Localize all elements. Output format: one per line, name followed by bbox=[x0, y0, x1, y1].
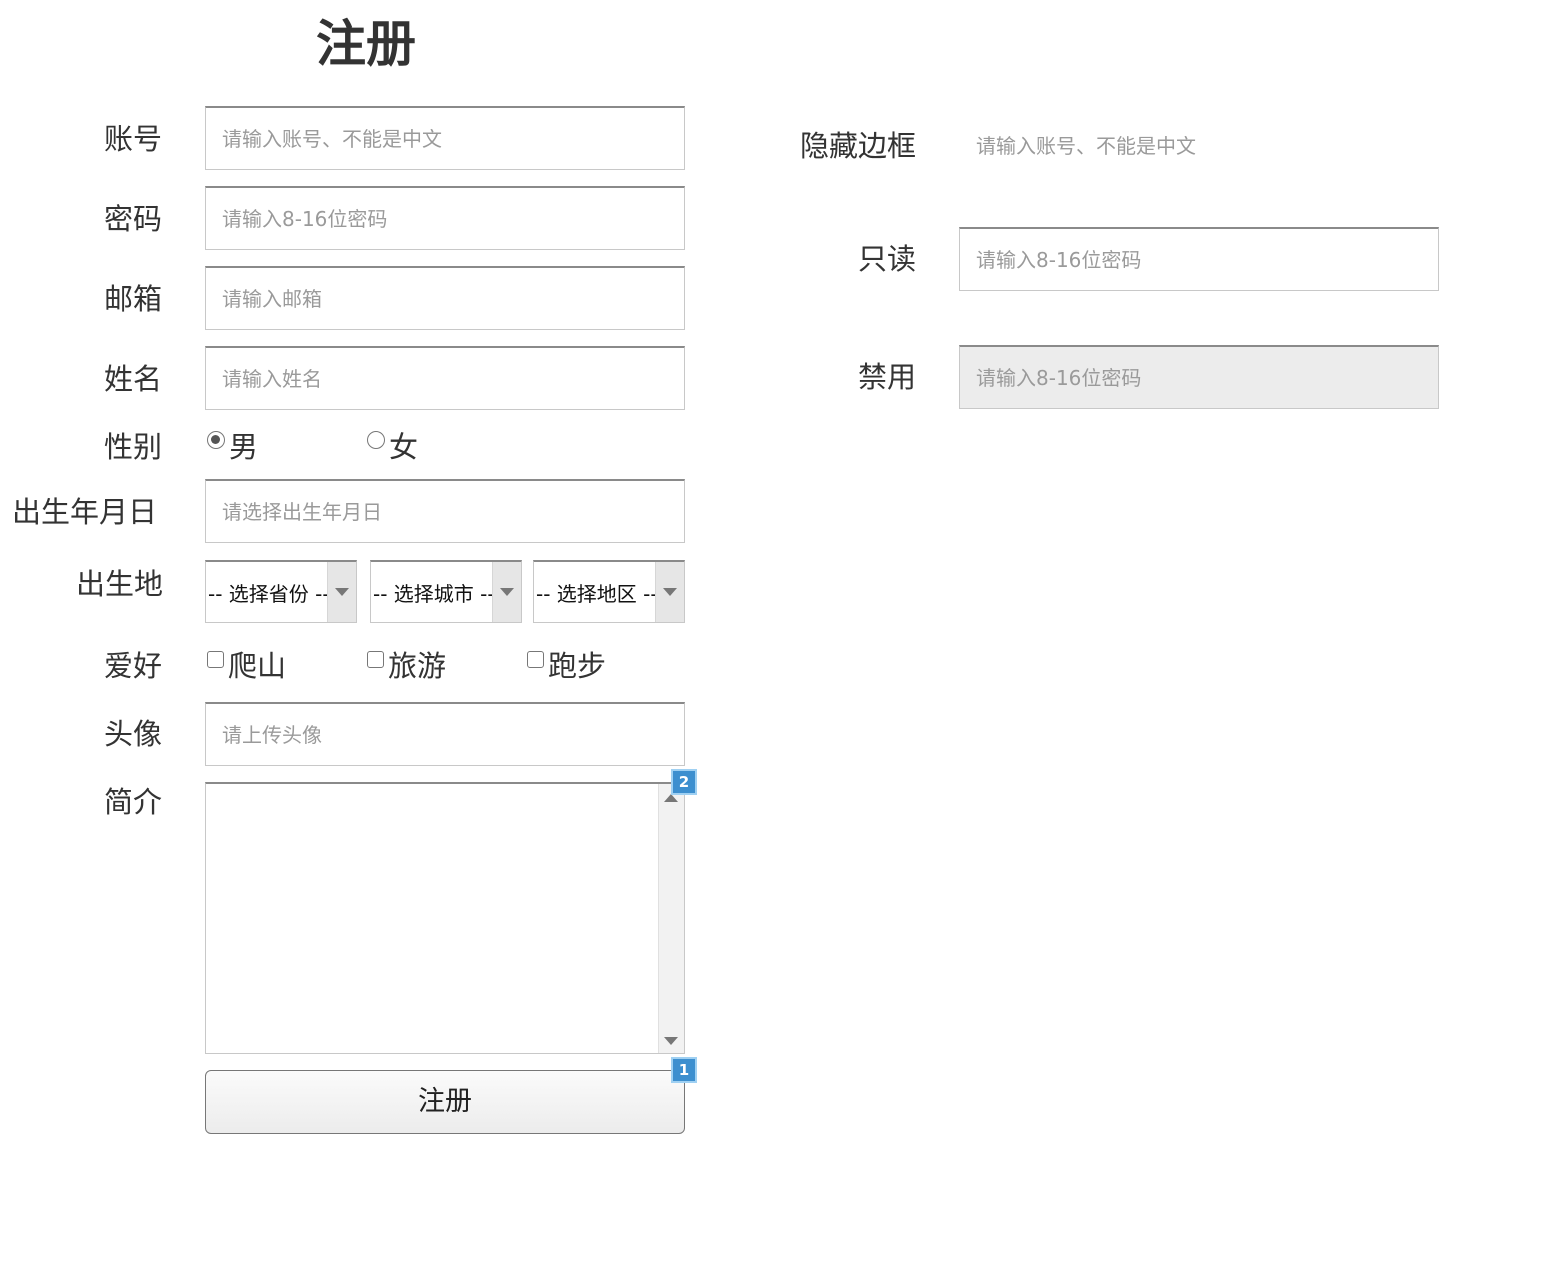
climbing-checkbox[interactable] bbox=[207, 650, 224, 668]
disabled-label: 禁用 bbox=[858, 360, 917, 394]
district-select-value: -- 选择地区 -- bbox=[536, 581, 655, 606]
email-label: 邮箱 bbox=[104, 282, 163, 316]
submit-badge: 1 bbox=[671, 1057, 697, 1083]
hidden-border-label: 隐藏边框 bbox=[800, 129, 917, 163]
avatar-input[interactable] bbox=[205, 702, 685, 766]
female-radio-label: 女 bbox=[389, 430, 419, 464]
email-input[interactable] bbox=[205, 266, 685, 330]
account-label: 账号 bbox=[104, 122, 163, 156]
name-input[interactable] bbox=[205, 346, 685, 410]
bio-label: 简介 bbox=[104, 785, 163, 819]
hobby-option-travel[interactable]: 旅游 bbox=[367, 648, 446, 684]
city-select[interactable]: -- 选择城市 -- bbox=[370, 560, 522, 623]
scroll-up-icon[interactable] bbox=[664, 794, 678, 802]
bio-scrollbar[interactable] bbox=[658, 784, 684, 1053]
city-select-value: -- 选择城市 -- bbox=[373, 581, 492, 606]
readonly-input[interactable] bbox=[959, 227, 1439, 291]
chevron-down-icon bbox=[663, 588, 677, 596]
name-label: 姓名 bbox=[104, 362, 163, 396]
scroll-down-icon[interactable] bbox=[664, 1037, 678, 1045]
climbing-checkbox-label: 爬山 bbox=[228, 649, 287, 683]
hidden-border-input[interactable] bbox=[960, 114, 1440, 178]
avatar-label: 头像 bbox=[104, 717, 163, 751]
male-radio-label: 男 bbox=[229, 430, 259, 464]
province-select-value: -- 选择省份 -- bbox=[208, 581, 327, 606]
running-checkbox[interactable] bbox=[527, 650, 544, 668]
birthday-label: 出生年月日 bbox=[12, 495, 158, 529]
hobby-option-running[interactable]: 跑步 bbox=[527, 648, 606, 684]
chevron-down-icon bbox=[335, 588, 349, 596]
chevron-down-icon bbox=[500, 588, 514, 596]
password-label: 密码 bbox=[104, 202, 163, 236]
account-input[interactable] bbox=[205, 106, 685, 170]
district-select[interactable]: -- 选择地区 -- bbox=[533, 560, 685, 623]
travel-checkbox-label: 旅游 bbox=[388, 649, 447, 683]
gender-label: 性别 bbox=[104, 430, 163, 464]
submit-button[interactable]: 注册 bbox=[205, 1070, 685, 1134]
running-checkbox-label: 跑步 bbox=[548, 649, 607, 683]
province-dropdown-arrow[interactable] bbox=[327, 562, 356, 622]
page-title: 注册 bbox=[316, 15, 416, 73]
gender-option-female[interactable]: 女 bbox=[367, 429, 418, 465]
birthday-input[interactable] bbox=[205, 479, 685, 543]
province-select[interactable]: -- 选择省份 -- bbox=[205, 560, 357, 623]
password-input[interactable] bbox=[205, 186, 685, 250]
female-radio[interactable] bbox=[367, 431, 385, 449]
hobbies-label: 爱好 bbox=[104, 649, 163, 683]
textarea-badge: 2 bbox=[671, 769, 697, 795]
gender-option-male[interactable]: 男 bbox=[207, 429, 258, 465]
disabled-input bbox=[959, 345, 1439, 409]
district-dropdown-arrow[interactable] bbox=[655, 562, 684, 622]
male-radio[interactable] bbox=[207, 431, 225, 449]
bio-textarea[interactable] bbox=[205, 782, 685, 1054]
city-dropdown-arrow[interactable] bbox=[492, 562, 521, 622]
birthplace-label: 出生地 bbox=[76, 567, 164, 601]
hobby-option-climbing[interactable]: 爬山 bbox=[207, 648, 286, 684]
readonly-label: 只读 bbox=[858, 242, 917, 276]
travel-checkbox[interactable] bbox=[367, 650, 384, 668]
